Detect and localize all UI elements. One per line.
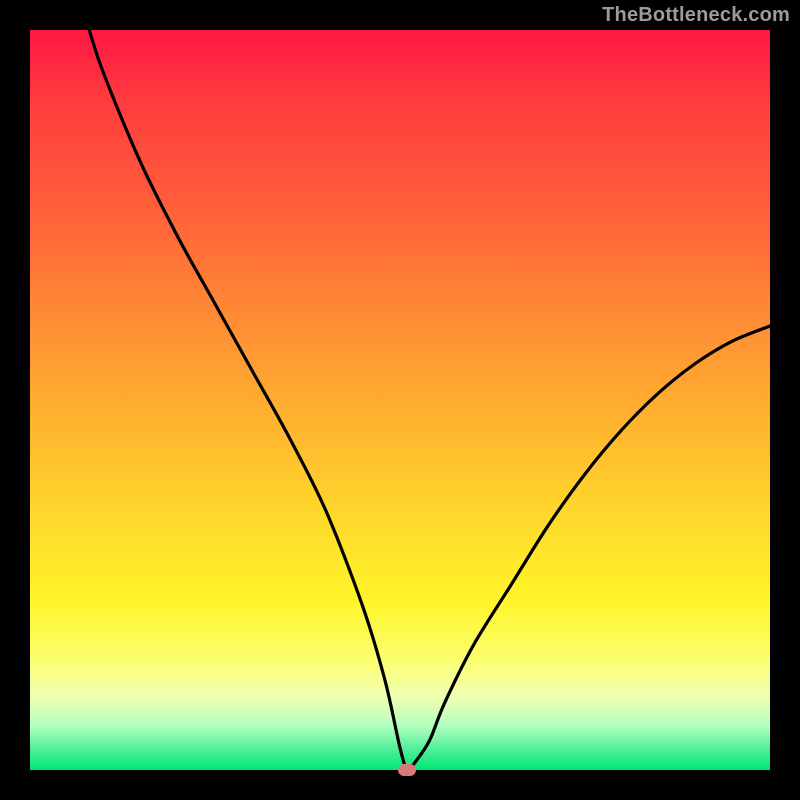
outer-frame: TheBottleneck.com bbox=[0, 0, 800, 800]
watermark-text: TheBottleneck.com bbox=[602, 4, 790, 27]
minimum-marker bbox=[398, 764, 416, 776]
bottleneck-curve bbox=[30, 30, 770, 770]
plot-area bbox=[30, 30, 770, 770]
curve-path bbox=[89, 30, 770, 770]
